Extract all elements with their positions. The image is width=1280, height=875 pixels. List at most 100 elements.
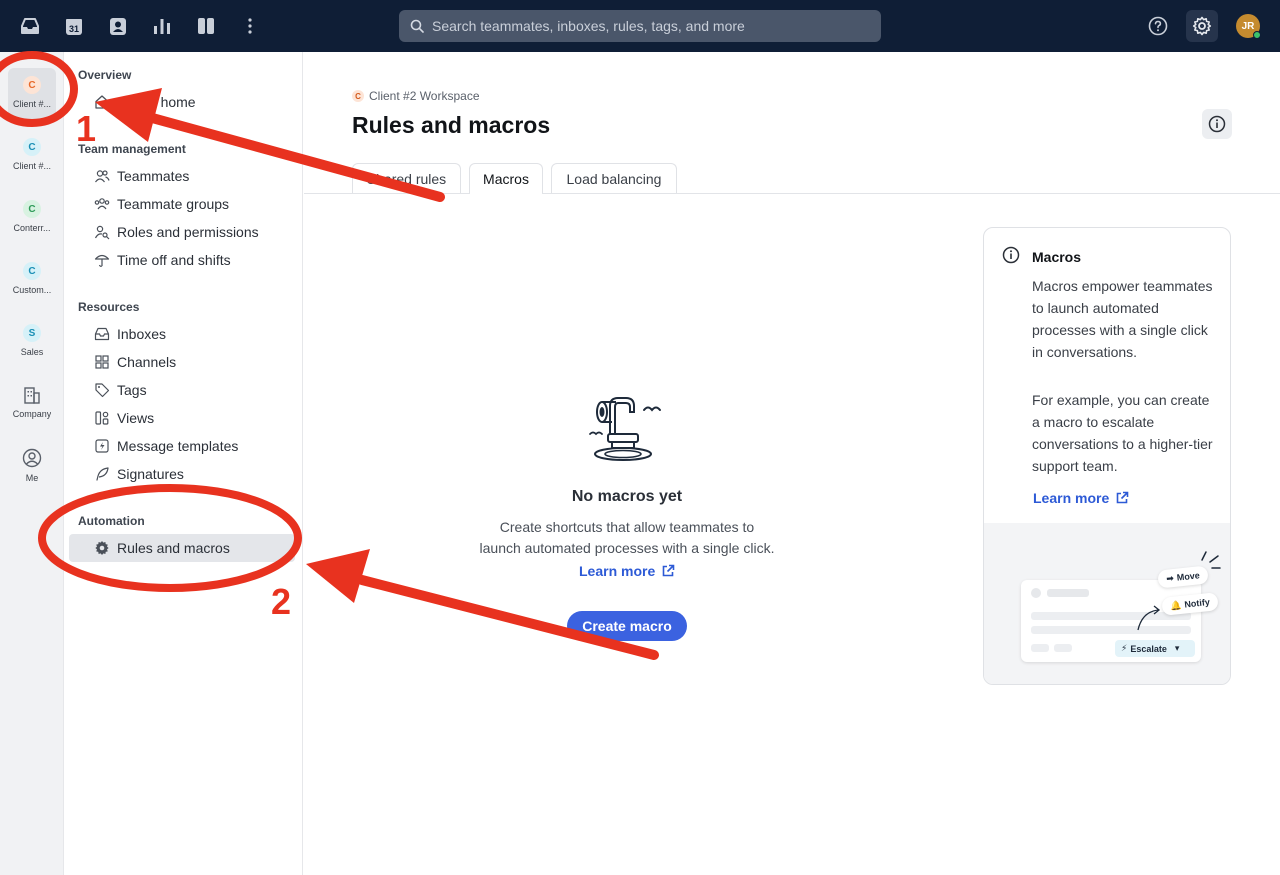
feather-icon: [93, 465, 111, 483]
more-icon[interactable]: [239, 15, 261, 37]
workspace-client-2[interactable]: C Client #...: [8, 68, 56, 122]
analytics-icon[interactable]: [151, 15, 173, 37]
tab-macros[interactable]: Macros: [469, 163, 543, 194]
calendar-icon[interactable]: 31: [63, 15, 85, 37]
external-link-icon: [661, 564, 675, 578]
nav-label: Time off and shifts: [117, 252, 231, 268]
search-icon: [410, 19, 424, 33]
workspace-client-other[interactable]: C Client #...: [8, 130, 56, 184]
nav-label: Message templates: [117, 438, 239, 454]
workspace-badge: S: [23, 324, 41, 342]
top-bar: 31 JR: [0, 0, 1280, 52]
section-title-automation: Automation: [78, 514, 145, 528]
avatar[interactable]: JR: [1236, 14, 1261, 39]
tab-load-balancing[interactable]: Load balancing: [551, 163, 677, 194]
card-learn-more-link[interactable]: Learn more: [1033, 490, 1129, 506]
nav-label: Teammate groups: [117, 196, 230, 212]
nav-inboxes[interactable]: Inboxes: [69, 320, 295, 348]
settings-sidebar: Overview Admin home Team management Team…: [64, 52, 303, 875]
create-macro-button[interactable]: Create macro: [567, 611, 687, 641]
nav-tags[interactable]: Tags: [69, 376, 295, 404]
empty-state-description: Create shortcuts that allow teammates to…: [467, 517, 787, 559]
building-icon: [23, 386, 41, 404]
settings-button[interactable]: [1186, 10, 1218, 42]
workspace-rail: C Client #... C Client #... C Conterr...…: [0, 52, 64, 875]
info-button[interactable]: [1202, 109, 1232, 139]
inbox-icon[interactable]: [19, 15, 41, 37]
annotation-label-2: 2: [271, 581, 292, 622]
card-paragraph-1: Macros empower teammates to launch autom…: [1032, 278, 1213, 360]
tabs-divider: [304, 193, 1280, 194]
macros-info-card: Macros Macros empower teammates to launc…: [983, 227, 1231, 685]
periscope-illustration: [588, 390, 668, 466]
workspace-label: Sales: [20, 347, 44, 357]
cog-icon: [93, 539, 111, 557]
workspace-label: Me: [25, 473, 39, 483]
template-bolt-icon: [93, 437, 111, 455]
tag-icon: [93, 381, 111, 399]
card-title: Macros: [1032, 249, 1082, 265]
workspace-label: Client #...: [12, 99, 52, 109]
nav-label: Admin home: [117, 94, 196, 110]
nav-message-templates[interactable]: Message templates: [69, 432, 295, 460]
workspace-badge: C: [23, 138, 41, 156]
nav-label: Tags: [117, 382, 147, 398]
nav-signatures[interactable]: Signatures: [69, 460, 295, 488]
inbox-icon: [93, 325, 111, 343]
global-search[interactable]: [399, 10, 881, 42]
grid-icon: [93, 353, 111, 371]
nav-roles-permissions[interactable]: Roles and permissions: [69, 218, 295, 246]
umbrella-icon: [93, 251, 111, 269]
info-icon: [1208, 115, 1226, 133]
workspace-company[interactable]: Company: [8, 378, 56, 432]
page-title: Rules and macros: [352, 112, 551, 138]
workspace-badge: C: [23, 262, 41, 280]
workspace-label: Custom...: [12, 285, 52, 295]
nav-label: Views: [117, 410, 155, 426]
info-icon: [1002, 246, 1020, 264]
workspace-badge: C: [23, 76, 41, 94]
workspace-conterr[interactable]: C Conterr...: [8, 192, 56, 246]
nav-rules-and-macros[interactable]: Rules and macros: [69, 534, 295, 562]
workspace-custom[interactable]: C Custom...: [8, 254, 56, 308]
workspace-badge: C: [352, 90, 364, 102]
section-title-resources: Resources: [78, 300, 140, 314]
nav-views[interactable]: Views: [69, 404, 295, 432]
gear-icon: [1192, 16, 1212, 36]
workspace-label: Conterr...: [13, 223, 51, 233]
empty-desc-line-2: launch automated processes with a single…: [479, 540, 775, 556]
views-icon: [93, 409, 111, 427]
nav-teammates[interactable]: Teammates: [69, 162, 295, 190]
contacts-icon[interactable]: [107, 15, 129, 37]
nav-admin-home[interactable]: Admin home: [69, 88, 295, 116]
nav-label: Channels: [117, 354, 177, 370]
avatar-initials: JR: [1241, 20, 1255, 32]
empty-state-title: No macros yet: [571, 488, 683, 505]
learn-more-label: Learn more: [579, 563, 656, 579]
help-icon[interactable]: [1147, 15, 1169, 37]
nav-channels[interactable]: Channels: [69, 348, 295, 376]
nav-label: Roles and permissions: [117, 224, 259, 240]
learn-more-link[interactable]: Learn more: [579, 563, 675, 579]
nav-label: Rules and macros: [117, 540, 230, 556]
tab-shared-rules[interactable]: Shared rules: [352, 163, 461, 194]
layout-icon[interactable]: [195, 15, 217, 37]
nav-time-off-shifts[interactable]: Time off and shifts: [69, 246, 295, 274]
nav-teammate-groups[interactable]: Teammate groups: [69, 190, 295, 218]
user-circle-icon: [22, 448, 42, 468]
empty-desc-line-1: Create shortcuts that allow teammates to: [499, 519, 755, 535]
workspace-sales[interactable]: S Sales: [8, 316, 56, 370]
workspace-label: Client #...: [12, 161, 52, 171]
illo-escalate-chip: ⚡ Escalate ▾: [1115, 640, 1195, 657]
annotation-label-1: 1: [76, 108, 97, 149]
external-link-icon: [1115, 491, 1129, 505]
section-title-overview: Overview: [78, 68, 132, 82]
macro-illustration: ⚡ Escalate ▾ ➡ Move 🔔 Notify: [984, 523, 1230, 684]
breadcrumb: C Client #2 Workspace: [352, 89, 480, 103]
group-icon: [93, 195, 111, 213]
search-input[interactable]: [432, 18, 872, 34]
workspace-me[interactable]: Me: [8, 440, 56, 494]
nav-label: Teammates: [117, 168, 190, 184]
svg-text:31: 31: [69, 24, 79, 34]
nav-label: Signatures: [117, 466, 184, 482]
